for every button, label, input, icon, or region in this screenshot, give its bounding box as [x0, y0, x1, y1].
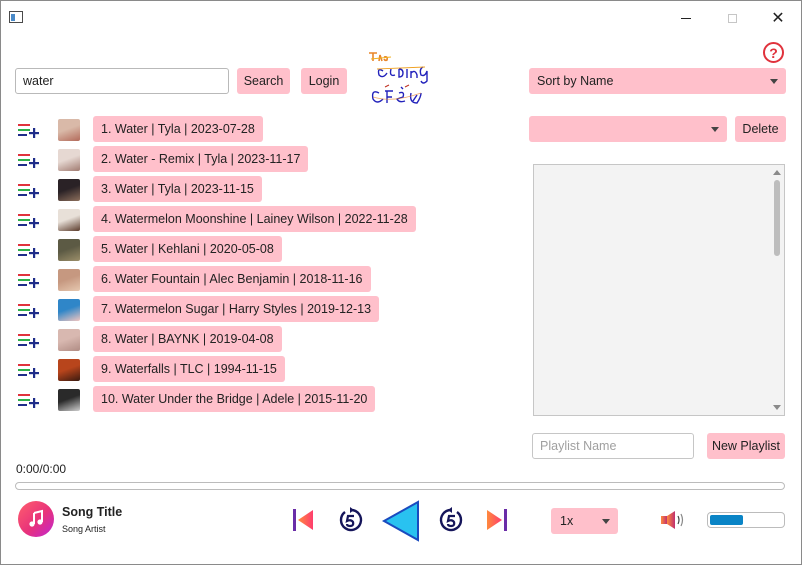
song-row: 1. Water | Tyla | 2023-07-28 — [1, 116, 421, 146]
title-bar: ✕ — [1, 1, 801, 35]
add-to-playlist-icon[interactable] — [18, 333, 42, 349]
playlist-name-input[interactable] — [532, 433, 694, 459]
add-to-playlist-icon[interactable] — [18, 123, 42, 139]
forward-5-icon[interactable] — [437, 506, 465, 534]
song-label-button[interactable]: 5. Water | Kehlani | 2020-05-08 — [93, 236, 282, 262]
add-to-playlist-icon[interactable] — [18, 213, 42, 229]
rewind-5-icon[interactable] — [337, 506, 365, 534]
app-window-icon — [9, 11, 23, 23]
maximize-icon — [727, 13, 737, 23]
minimize-button[interactable] — [663, 1, 709, 35]
search-button[interactable]: Search — [237, 68, 290, 94]
album-art-thumbnail — [58, 329, 80, 351]
add-to-playlist-icon[interactable] — [18, 303, 42, 319]
album-art-thumbnail — [58, 239, 80, 261]
album-art-thumbnail — [58, 389, 80, 411]
song-label-button[interactable]: 7. Watermelon Sugar | Harry Styles | 201… — [93, 296, 380, 322]
chevron-down-icon — [711, 127, 719, 132]
now-playing-title: Song Title — [62, 505, 123, 519]
help-icon[interactable]: ? — [763, 42, 784, 63]
add-to-playlist-icon[interactable] — [18, 153, 42, 169]
scroll-up-icon[interactable] — [773, 170, 781, 175]
progress-slider[interactable] — [15, 482, 785, 490]
song-row: 10. Water Under the Bridge | Adele | 201… — [1, 386, 421, 416]
login-button[interactable]: Login — [301, 68, 347, 94]
play-button[interactable] — [381, 499, 421, 543]
chevron-down-icon — [602, 519, 610, 524]
add-to-playlist-icon[interactable] — [18, 243, 42, 259]
album-art-thumbnail — [58, 119, 80, 141]
now-playing-artist: Song Artist — [62, 524, 106, 534]
app-window: ✕ Search Login ? Sort by Name Delete 1. … — [0, 0, 802, 565]
volume-slider[interactable] — [707, 512, 785, 528]
song-row: 8. Water | BAYNK | 2019-04-08 — [1, 326, 421, 356]
album-art-thumbnail — [58, 149, 80, 171]
song-label-button[interactable]: 8. Water | BAYNK | 2019-04-08 — [93, 326, 282, 352]
speed-dropdown[interactable]: 1x — [551, 508, 618, 534]
playlist-scrollbar[interactable] — [771, 166, 783, 414]
song-label-button[interactable]: 1. Water | Tyla | 2023-07-28 — [93, 116, 263, 142]
delete-button[interactable]: Delete — [735, 116, 786, 142]
song-row: 2. Water - Remix | Tyla | 2023-11-17 — [1, 146, 421, 176]
album-art-thumbnail — [58, 179, 80, 201]
add-to-playlist-icon[interactable] — [18, 273, 42, 289]
song-row: 7. Watermelon Sugar | Harry Styles | 201… — [1, 296, 421, 326]
scroll-down-icon[interactable] — [773, 405, 781, 410]
volume-fill — [710, 515, 744, 525]
add-to-playlist-icon[interactable] — [18, 393, 42, 409]
playlist-select-dropdown[interactable] — [529, 116, 727, 142]
song-row: 6. Water Fountain | Alec Benjamin | 2018… — [1, 266, 421, 296]
song-label-button[interactable]: 6. Water Fountain | Alec Benjamin | 2018… — [93, 266, 371, 292]
sort-selected-label: Sort by Name — [537, 74, 614, 88]
chevron-down-icon — [770, 79, 778, 84]
album-art-thumbnail — [58, 299, 80, 321]
scroll-thumb[interactable] — [774, 180, 780, 256]
song-label-button[interactable]: 2. Water - Remix | Tyla | 2023-11-17 — [93, 146, 309, 172]
skip-next-icon[interactable] — [484, 507, 510, 533]
new-playlist-button[interactable]: New Playlist — [707, 433, 785, 459]
search-input[interactable] — [15, 68, 229, 94]
volume-icon[interactable] — [659, 509, 689, 531]
add-to-playlist-icon[interactable] — [18, 363, 42, 379]
song-row: 5. Water | Kehlani | 2020-05-08 — [1, 236, 421, 266]
album-art-thumbnail — [58, 209, 80, 231]
skip-previous-icon[interactable] — [290, 507, 316, 533]
song-label-button[interactable]: 9. Waterfalls | TLC | 1994-11-15 — [93, 356, 285, 382]
maximize-button[interactable] — [709, 1, 755, 35]
song-label-button[interactable]: 4. Watermelon Moonshine | Lainey Wilson … — [93, 206, 416, 232]
close-button[interactable]: ✕ — [755, 1, 801, 35]
speed-selected-label: 1x — [560, 514, 574, 528]
sort-dropdown[interactable]: Sort by Name — [529, 68, 786, 94]
minimize-icon — [681, 17, 691, 19]
music-note-icon — [18, 501, 54, 537]
song-row: 9. Waterfalls | TLC | 1994-11-15 — [1, 356, 421, 386]
song-row: 4. Watermelon Moonshine | Lainey Wilson … — [1, 206, 421, 236]
song-row: 3. Water | Tyla | 2023-11-15 — [1, 176, 421, 206]
song-label-button[interactable]: 10. Water Under the Bridge | Adele | 201… — [93, 386, 376, 412]
close-icon: ✕ — [771, 10, 785, 27]
add-to-playlist-icon[interactable] — [18, 183, 42, 199]
time-readout: 0:00/0:00 — [16, 462, 67, 476]
song-label-button[interactable]: 3. Water | Tyla | 2023-11-15 — [93, 176, 262, 202]
album-art-thumbnail — [58, 359, 80, 381]
playlist-list[interactable] — [533, 164, 785, 416]
app-logo — [369, 52, 428, 104]
album-art-thumbnail — [58, 269, 80, 291]
